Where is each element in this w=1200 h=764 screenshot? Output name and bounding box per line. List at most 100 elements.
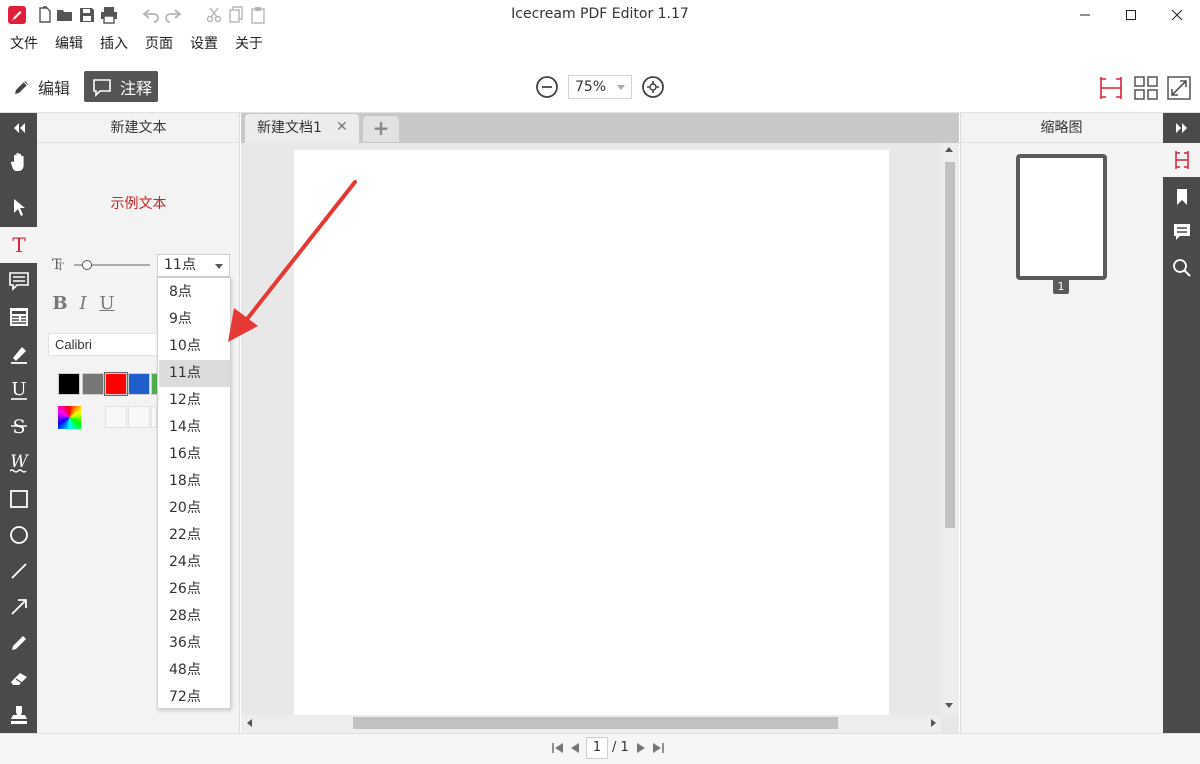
font-size-option[interactable]: 14点 xyxy=(159,414,230,441)
menu-settings[interactable]: 设置 xyxy=(180,32,225,56)
scroll-up-arrow-icon[interactable] xyxy=(945,147,953,152)
first-page-button[interactable] xyxy=(551,741,565,755)
minimize-button[interactable] xyxy=(1062,0,1108,30)
color-swatch-blue[interactable] xyxy=(128,373,150,395)
empty-color-slot[interactable] xyxy=(128,406,150,428)
zoom-out-button[interactable] xyxy=(535,75,559,99)
last-page-icon xyxy=(653,743,664,753)
document-page[interactable] xyxy=(294,150,889,715)
line-icon xyxy=(10,563,27,579)
thumbnails-tab-button[interactable] xyxy=(1163,143,1200,177)
underline-tool-button[interactable]: U xyxy=(0,372,37,408)
menu-file[interactable]: 文件 xyxy=(0,32,45,56)
font-size-option[interactable]: 72点 xyxy=(159,684,230,711)
comments-tab-button[interactable] xyxy=(1163,215,1200,249)
stamp-icon xyxy=(10,706,27,724)
last-page-button[interactable] xyxy=(651,741,665,755)
menu-insert[interactable]: 插入 xyxy=(90,32,135,56)
color-swatch-black[interactable] xyxy=(58,373,80,395)
font-size-option[interactable]: 16点 xyxy=(159,441,230,468)
italic-button[interactable]: I xyxy=(73,293,93,315)
vertical-scroll-thumb[interactable] xyxy=(945,162,955,528)
font-size-option[interactable]: 9点 xyxy=(159,306,230,333)
highlight-tool-button[interactable] xyxy=(0,336,37,372)
arrow-tool-button[interactable] xyxy=(0,589,37,625)
color-swatch-red[interactable] xyxy=(104,372,128,396)
underline-button[interactable]: U xyxy=(97,293,117,315)
menu-bar: 文件 编辑 插入 页面 设置 关于 xyxy=(0,32,270,56)
font-size-option[interactable]: 22点 xyxy=(159,522,230,549)
next-page-button[interactable] xyxy=(634,741,648,755)
scroll-down-arrow-icon[interactable] xyxy=(945,703,953,708)
bold-button[interactable]: B xyxy=(50,293,70,315)
page-thumbnail-icon xyxy=(1174,151,1189,169)
maximize-button[interactable] xyxy=(1108,0,1154,30)
font-size-option[interactable]: 11点 xyxy=(159,360,230,387)
font-size-option[interactable]: 48点 xyxy=(159,657,230,684)
rectangle-tool-button[interactable] xyxy=(0,481,37,517)
close-window-button[interactable] xyxy=(1154,0,1200,30)
bookmark-icon xyxy=(1176,189,1187,205)
font-size-option[interactable]: 12点 xyxy=(159,387,230,414)
font-size-option[interactable]: 8点 xyxy=(159,279,230,306)
custom-color-picker[interactable] xyxy=(58,406,81,429)
collapse-left-panel-button[interactable] xyxy=(0,113,37,143)
properties-panel-title: 新建文本 xyxy=(37,113,240,143)
menu-page[interactable]: 页面 xyxy=(135,32,180,56)
edit-mode-button[interactable]: 编辑 xyxy=(10,72,76,102)
empty-color-slot[interactable] xyxy=(105,406,127,428)
menu-edit[interactable]: 编辑 xyxy=(45,32,90,56)
edit-mode-label: 编辑 xyxy=(38,79,71,98)
eraser-tool-button[interactable] xyxy=(0,661,37,697)
pencil-icon xyxy=(15,81,28,94)
next-page-icon xyxy=(637,743,645,753)
font-size-option[interactable]: 18点 xyxy=(159,468,230,495)
squiggly-tool-button[interactable]: W xyxy=(0,444,37,480)
horizontal-scroll-thumb[interactable] xyxy=(353,717,838,729)
font-size-slider-handle[interactable] xyxy=(82,260,92,270)
font-size-option[interactable]: 20点 xyxy=(159,495,230,522)
close-tab-icon[interactable]: ✕ xyxy=(336,118,352,136)
collapse-right-panel-button[interactable] xyxy=(1163,113,1200,143)
chevron-down-icon xyxy=(215,264,223,269)
fullscreen-icon[interactable] xyxy=(1166,75,1192,101)
font-size-option[interactable]: 10点 xyxy=(159,333,230,360)
textbox-tool-button[interactable] xyxy=(0,299,37,335)
strikeout-tool-button[interactable]: S xyxy=(0,408,37,444)
ellipse-tool-button[interactable] xyxy=(0,517,37,553)
color-swatch-gray[interactable] xyxy=(82,373,104,395)
font-size-select[interactable]: 11点 xyxy=(157,254,230,277)
menu-about[interactable]: 关于 xyxy=(225,32,270,56)
previous-page-button[interactable] xyxy=(568,741,582,755)
bookmarks-tab-button[interactable] xyxy=(1163,180,1200,214)
grid-view-icon[interactable] xyxy=(1133,75,1159,101)
select-tool-button[interactable] xyxy=(0,189,37,225)
comment-tool-button[interactable] xyxy=(0,263,37,299)
scroll-left-arrow-icon[interactable] xyxy=(247,719,252,727)
font-size-option[interactable]: 28点 xyxy=(159,603,230,630)
pen-tool-button[interactable] xyxy=(0,625,37,661)
hand-tool-button[interactable] xyxy=(0,144,37,180)
stamp-tool-button[interactable] xyxy=(0,697,37,733)
zoom-value: 75% xyxy=(575,79,607,95)
page-thumbnail[interactable] xyxy=(1016,154,1107,280)
font-size-option[interactable]: 24点 xyxy=(159,549,230,576)
hand-icon xyxy=(10,152,24,171)
font-family-select[interactable]: Calibri xyxy=(48,333,158,356)
zoom-fit-button[interactable] xyxy=(641,75,665,99)
double-chevron-right-icon xyxy=(1175,123,1187,133)
line-tool-button[interactable] xyxy=(0,553,37,589)
zoom-select[interactable]: 75% xyxy=(568,75,632,99)
scroll-right-arrow-icon[interactable] xyxy=(931,719,936,727)
new-tab-button[interactable]: + xyxy=(363,116,399,142)
font-size-option[interactable]: 36点 xyxy=(159,630,230,657)
crosshair-plus-icon xyxy=(642,76,664,98)
single-page-view-icon[interactable] xyxy=(1098,75,1124,101)
previous-page-icon xyxy=(571,743,579,753)
search-tab-button[interactable] xyxy=(1163,251,1200,285)
font-size-option[interactable]: 26点 xyxy=(159,576,230,603)
current-page-input[interactable]: 1 xyxy=(586,737,608,759)
underline-icon: U xyxy=(10,379,27,400)
annotate-mode-button[interactable]: 注释 xyxy=(84,71,158,102)
text-tool-button[interactable]: T xyxy=(0,227,37,263)
